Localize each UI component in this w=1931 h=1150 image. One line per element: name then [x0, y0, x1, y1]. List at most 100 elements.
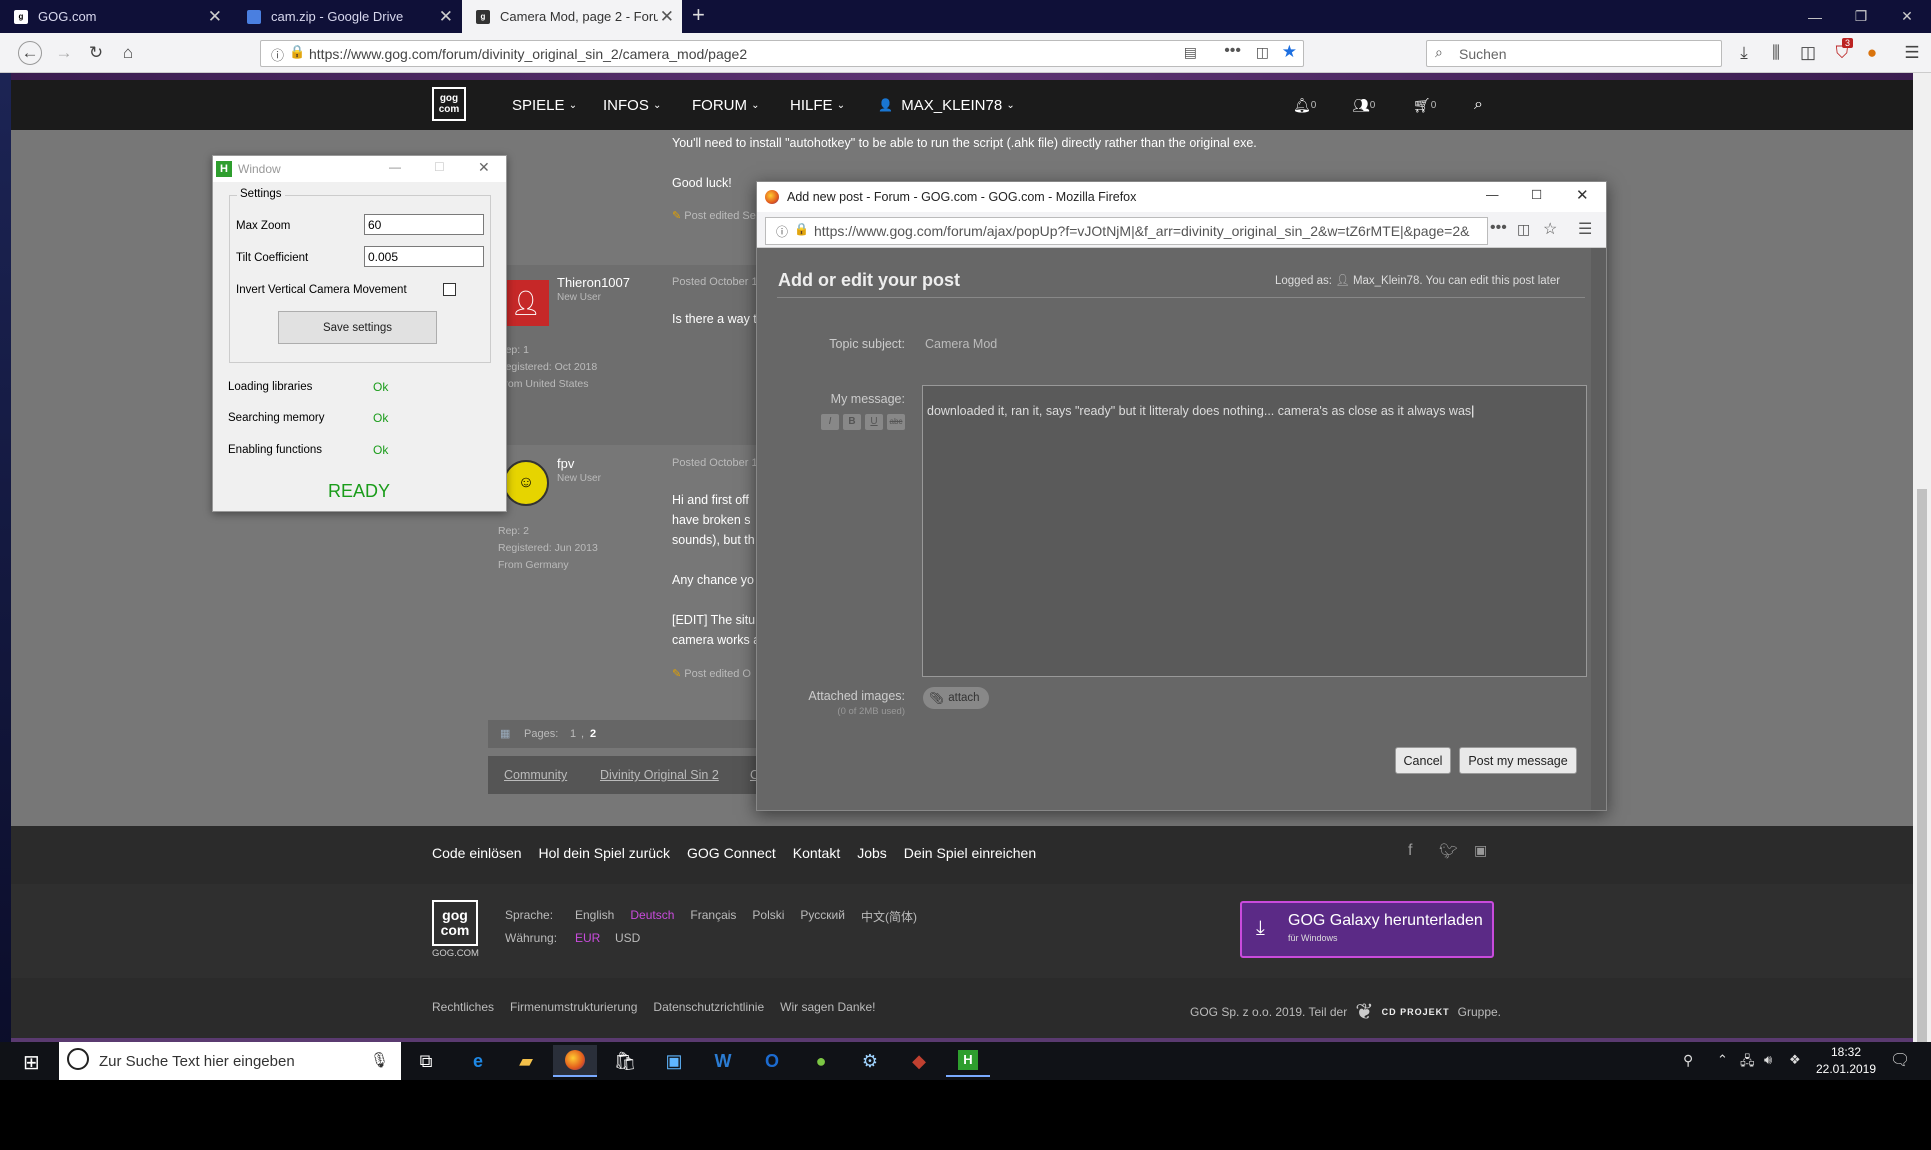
minimize-icon[interactable]: — [1486, 188, 1499, 202]
footer-link[interactable]: Jobs [857, 845, 887, 861]
currency-option[interactable]: USD [615, 931, 640, 945]
invert-camera-checkbox[interactable] [443, 283, 456, 296]
notifications-button[interactable]: 🔔︎ 0 [1293, 80, 1316, 130]
windows-start-icon[interactable]: ⊞ [23, 1050, 40, 1075]
page-actions-icon[interactable]: ••• [1224, 42, 1241, 60]
sidebar-icon[interactable]: ◫ [1796, 41, 1820, 65]
forward-arrow-icon[interactable]: → [52, 41, 76, 65]
autohotkey-taskbar-icon[interactable]: H [946, 1045, 990, 1077]
legal-link[interactable]: Rechtliches [432, 1000, 494, 1014]
twitter-icon[interactable]: 🐦︎ [1439, 842, 1458, 860]
page-scrollbar[interactable] [1913, 73, 1931, 1109]
strikethrough-button[interactable]: abc [887, 414, 905, 430]
info-icon[interactable]: ⓘ [776, 223, 788, 240]
avatar[interactable]: ☺ [503, 460, 549, 506]
language-option[interactable]: 中文(简体) [861, 908, 917, 925]
menu-hilfe[interactable]: HILFE ⌄ [790, 80, 845, 130]
close-icon[interactable]: ✕ [478, 159, 490, 176]
avatar[interactable]: 👤︎ [503, 280, 549, 326]
facebook-icon[interactable]: f [1408, 842, 1412, 860]
word-icon[interactable]: W [701, 1045, 745, 1077]
tab-gog[interactable]: g GOG.com ✕ [0, 0, 230, 33]
window-titlebar[interactable]: H Window — ☐ ✕ [213, 156, 506, 182]
reload-icon[interactable]: ↻ [84, 41, 108, 65]
back-arrow-icon[interactable]: ← [18, 41, 42, 65]
popup-scrollbar[interactable] [1591, 248, 1606, 810]
italic-button[interactable]: I [821, 414, 839, 430]
footer-gog-logo[interactable]: gog com [432, 900, 478, 946]
menu-hamburger-icon[interactable]: ☰ [1900, 41, 1924, 65]
search-input[interactable]: ⌕ Suchen [1426, 40, 1722, 67]
home-icon[interactable]: ⌂ [116, 41, 140, 65]
legal-link[interactable]: Firmenumstrukturierung [510, 1000, 637, 1014]
store-icon[interactable]: 🛍︎ [603, 1045, 647, 1077]
library-icon[interactable]: ⫼ [1764, 41, 1788, 65]
game-icon[interactable]: ◆ [897, 1045, 941, 1077]
popup-titlebar[interactable]: Add new post - Forum - GOG.com - GOG.com… [757, 182, 1606, 212]
clock-date[interactable]: 22.01.2019 [1813, 1062, 1879, 1076]
language-option-active[interactable]: Deutsch [630, 908, 674, 925]
legal-link[interactable]: Wir sagen Danke! [780, 1000, 875, 1014]
popup-url-bar[interactable]: ⓘ 🔒 https://www.gog.com/forum/ajax/popUp… [765, 217, 1488, 245]
page-link-2[interactable]: 2 [590, 728, 596, 740]
menu-spiele[interactable]: SPIELE ⌄ [512, 80, 577, 130]
friends-button[interactable]: 👥︎ 0 [1352, 80, 1375, 130]
close-window-icon[interactable]: ✕ [1884, 0, 1930, 33]
microphone-icon[interactable]: 🎙︎ [370, 1051, 389, 1069]
page-link-1[interactable]: 1 [570, 728, 576, 740]
tray-chevron-icon[interactable]: ⌃ [1717, 1052, 1728, 1068]
logged-as-user[interactable]: Max_Klein78 [1353, 275, 1419, 287]
footer-link[interactable]: Code einlösen [432, 845, 522, 861]
breadcrumb-link[interactable]: Community [504, 768, 567, 782]
clock-time[interactable]: 18:32 [1818, 1045, 1874, 1059]
page-actions-icon[interactable]: ••• [1490, 219, 1507, 237]
language-option[interactable]: Русский [800, 908, 845, 925]
new-tab-button[interactable]: + [692, 2, 705, 28]
footer-link[interactable]: GOG Connect [687, 845, 776, 861]
reader-view-icon[interactable]: ▤ [1184, 44, 1197, 61]
cart-button[interactable]: 🛒︎ 0 [1413, 80, 1436, 130]
scroll-thumb[interactable] [1917, 489, 1927, 1109]
underline-button[interactable]: U [865, 414, 883, 430]
download-icon[interactable]: ⤓ [1732, 41, 1756, 65]
close-icon[interactable]: ✕ [1576, 186, 1589, 204]
user-menu[interactable]: 👤 MAX_KLEIN78 ⌄ [878, 80, 1015, 130]
breadcrumb-link[interactable]: Divinity Original Sin 2 [600, 768, 719, 782]
max-zoom-input[interactable] [364, 214, 484, 235]
menu-forum[interactable]: FORUM ⌄ [692, 80, 760, 130]
footer-link[interactable]: Kontakt [793, 845, 840, 861]
bold-button[interactable]: B [843, 414, 861, 430]
menu-hamburger-icon[interactable]: ☰ [1578, 219, 1592, 239]
footer-link[interactable]: Dein Spiel einreichen [904, 845, 1036, 861]
close-tab-icon[interactable]: ✕ [439, 7, 453, 27]
globe-icon[interactable]: ● [799, 1045, 843, 1077]
volume-icon[interactable]: 🔊︎ [1764, 1052, 1772, 1068]
footer-link[interactable]: Hol dein Spiel zurück [539, 845, 671, 861]
post-username[interactable]: fpv [557, 456, 574, 471]
language-option[interactable]: Français [690, 908, 736, 925]
dropbox-icon[interactable]: ❖ [1789, 1052, 1801, 1068]
minimize-icon[interactable]: — [389, 160, 401, 174]
file-explorer-icon[interactable]: ▰ [504, 1045, 548, 1077]
notification-center-icon[interactable]: 🗨︎ [1890, 1050, 1910, 1070]
restore-icon[interactable]: ❐ [1838, 0, 1884, 33]
close-tab-icon[interactable]: ✕ [208, 7, 222, 27]
outlook-icon[interactable]: O [750, 1045, 794, 1077]
task-view-icon[interactable]: ⧉ [404, 1045, 448, 1077]
post-message-button[interactable]: Post my message [1459, 747, 1577, 774]
taskbar-search-input[interactable]: Zur Suche Text hier eingeben 🎙︎ [59, 1042, 401, 1080]
people-icon[interactable]: ⚲ [1683, 1052, 1693, 1069]
bookmark-star-icon[interactable]: ☆ [1543, 219, 1557, 239]
post-username[interactable]: Thieron1007 [557, 275, 630, 290]
steam-icon[interactable]: ⚙ [848, 1045, 892, 1077]
edge-icon[interactable]: e [456, 1045, 500, 1077]
message-textarea[interactable]: downloaded it, ran it, says "ready" but … [922, 385, 1587, 677]
firefox-taskbar-icon[interactable] [553, 1045, 597, 1077]
language-option[interactable]: English [575, 908, 614, 925]
minimize-icon[interactable]: — [1792, 0, 1838, 33]
legal-link[interactable]: Datenschutzrichtlinie [653, 1000, 764, 1014]
maximize-icon[interactable]: ☐ [1531, 187, 1542, 202]
gog-galaxy-download-button[interactable]: ⤓ GOG Galaxy herunterladen für Windows [1240, 901, 1494, 958]
attach-button[interactable]: 📎︎ attach [923, 687, 989, 709]
gog-logo[interactable]: gog com [432, 87, 466, 121]
